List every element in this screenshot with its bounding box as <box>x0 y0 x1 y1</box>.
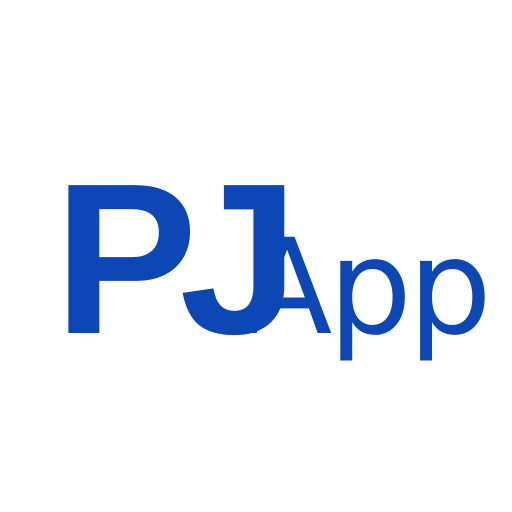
pj-app-logo: PJ App <box>54 138 492 379</box>
logo-wordmark-app: App <box>242 211 488 365</box>
app-icon-canvas: PJ App <box>0 0 512 512</box>
